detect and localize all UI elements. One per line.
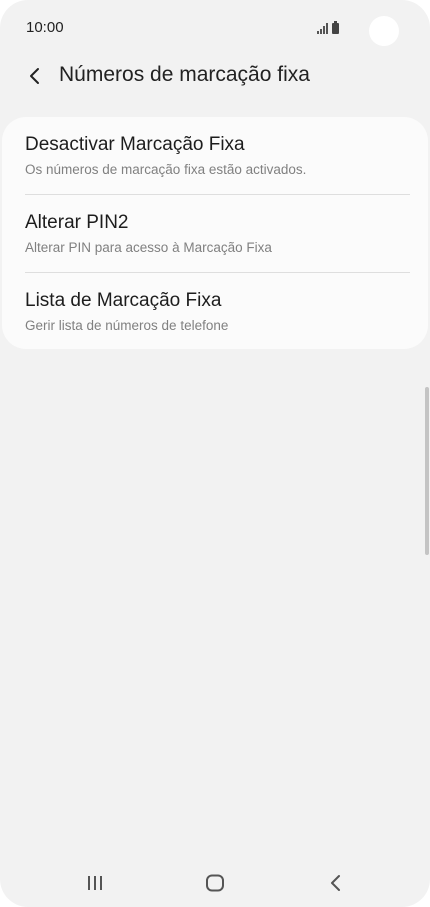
nav-back-button[interactable] xyxy=(316,870,356,896)
back-icon xyxy=(331,875,340,891)
home-icon xyxy=(206,874,224,892)
list-item-subtitle: Os números de marcação fixa estão activa… xyxy=(25,162,307,177)
status-icons xyxy=(317,20,339,34)
signal-icon xyxy=(317,22,328,34)
list-item-title: Desactivar Marcação Fixa xyxy=(25,134,245,155)
recent-apps-icon xyxy=(88,876,102,890)
phone-screen: 10:00 Números de marcação fixa Desactiva… xyxy=(0,0,430,907)
list-item-title: Lista de Marcação Fixa xyxy=(25,290,222,311)
list-item-fdn-list[interactable]: Lista de Marcação Fixa Gerir lista de nú… xyxy=(2,273,428,350)
header: Números de marcação fixa xyxy=(0,56,430,96)
recent-apps-button[interactable] xyxy=(75,870,115,896)
home-button[interactable] xyxy=(195,870,235,896)
status-time: 10:00 xyxy=(26,19,64,36)
list-item-subtitle: Alterar PIN para acesso à Marcação Fixa xyxy=(25,240,272,255)
list-item-title: Alterar PIN2 xyxy=(25,212,129,233)
status-bar: 10:00 xyxy=(0,0,430,56)
chevron-left-icon xyxy=(30,68,39,84)
list-item-subtitle: Gerir lista de números de telefone xyxy=(25,318,229,333)
camera-cutout xyxy=(369,16,399,46)
back-button[interactable] xyxy=(20,58,50,94)
list-item-disable-fdn[interactable]: Desactivar Marcação Fixa Os números de m… xyxy=(2,117,428,194)
settings-card: Desactivar Marcação Fixa Os números de m… xyxy=(2,117,428,349)
navigation-bar xyxy=(0,860,430,907)
battery-icon xyxy=(332,21,339,34)
scrollbar[interactable] xyxy=(425,387,429,555)
page-title: Números de marcação fixa xyxy=(59,63,310,86)
list-item-change-pin2[interactable]: Alterar PIN2 Alterar PIN para acesso à M… xyxy=(2,195,428,272)
